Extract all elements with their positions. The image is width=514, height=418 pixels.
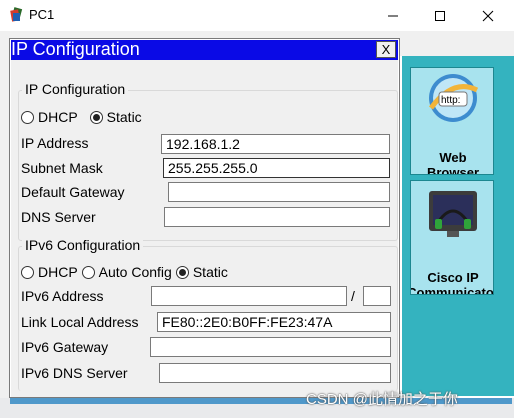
ipv4-dhcp-radio[interactable]: DHCP — [21, 109, 78, 125]
packet-tracer-pc-icon — [8, 7, 24, 23]
ipv6-static-radio[interactable]: Static — [175, 264, 228, 280]
ipv4-mode-radios: DHCP Static — [21, 109, 142, 125]
ipv4-static-radio[interactable]: Static — [89, 109, 142, 125]
cisco-ip-communicator-label: Cisco IP — [427, 270, 479, 285]
svg-text:http:: http: — [441, 95, 460, 106]
csdn-watermark: CSDN @此情加之于你 — [306, 391, 458, 408]
maximize-icon — [435, 10, 445, 21]
link-local-address-input[interactable] — [157, 312, 391, 332]
cisco-ip-communicator-icon — [429, 191, 477, 237]
radio-icon — [81, 265, 95, 279]
radio-selected-icon — [175, 265, 189, 279]
close-window-button[interactable] — [465, 0, 511, 31]
ipv6-config-group: IPv6 Configuration DHCP Auto Config Stat… — [18, 237, 398, 391]
link-local-address-label: Link Local Address — [21, 314, 139, 330]
ip-address-label: IP Address — [21, 135, 89, 151]
ipv6-gateway-input[interactable] — [150, 337, 391, 357]
ipv6-group-legend: IPv6 Configuration — [22, 237, 144, 253]
dns-server-label: DNS Server — [21, 209, 96, 225]
minimize-icon — [388, 15, 398, 16]
subnet-mask-label: Subnet Mask — [21, 160, 103, 176]
dialog-body: IP Configuration DHCP Static IP Address … — [11, 60, 398, 397]
ipv6-dhcp-radio[interactable]: DHCP — [21, 264, 78, 280]
ipv6-static-label: Static — [192, 264, 228, 280]
dialog-title: IP Configuration — [11, 39, 140, 59]
web-browser-label: Web — [439, 150, 467, 165]
radio-icon — [21, 110, 34, 124]
web-browser-label-line2: Browser — [426, 165, 480, 175]
ipv4-dhcp-label: DHCP — [38, 109, 78, 125]
ipv4-group-legend: IP Configuration — [22, 81, 129, 97]
web-browser-app[interactable]: http: Web Browser — [410, 67, 494, 175]
ipv6-auto-config-radio[interactable]: Auto Config — [81, 264, 172, 280]
cisco-ip-communicator-app[interactable]: Cisco IP Communicator — [410, 180, 494, 295]
subnet-mask-input[interactable] — [163, 158, 390, 178]
ip-address-input[interactable] — [161, 134, 390, 154]
maximize-button[interactable] — [417, 0, 463, 31]
ip-configuration-dialog: IP Configuration X IP Configuration DHCP… — [9, 38, 400, 398]
ipv6-dns-server-input[interactable] — [159, 363, 391, 383]
ipv6-address-label: IPv6 Address — [21, 288, 104, 304]
web-browser-icon: http: — [428, 74, 479, 122]
window-title: PC1 — [29, 7, 55, 22]
ipv6-gateway-label: IPv6 Gateway — [21, 339, 109, 355]
window-title-bar: PC1 — [0, 0, 514, 31]
default-gateway-input[interactable] — [168, 182, 390, 202]
cisco-ip-communicator-label-line2: Communicator — [410, 285, 494, 295]
ipv6-dhcp-label: DHCP — [38, 264, 78, 280]
ipv4-config-group: IP Configuration DHCP Static IP Address … — [18, 81, 398, 241]
ipv6-auto-config-label: Auto Config — [98, 264, 172, 280]
ipv6-dns-server-label: IPv6 DNS Server — [21, 365, 128, 381]
minimize-button[interactable] — [370, 0, 416, 31]
ipv6-mode-radios: DHCP Auto Config Static — [21, 264, 228, 280]
prefix-separator: / — [351, 288, 355, 304]
radio-selected-icon — [89, 110, 103, 124]
window-left-edge — [0, 31, 9, 418]
dialog-title-bar: IP Configuration X — [11, 39, 398, 60]
ipv6-prefix-input[interactable] — [363, 286, 391, 306]
dns-server-input[interactable] — [164, 207, 390, 227]
close-icon — [482, 10, 494, 21]
default-gateway-label: Default Gateway — [21, 184, 125, 200]
radio-icon — [21, 265, 34, 279]
dialog-close-button[interactable]: X — [376, 41, 396, 58]
ipv4-static-label: Static — [106, 109, 142, 125]
ipv6-address-input[interactable] — [151, 286, 347, 306]
